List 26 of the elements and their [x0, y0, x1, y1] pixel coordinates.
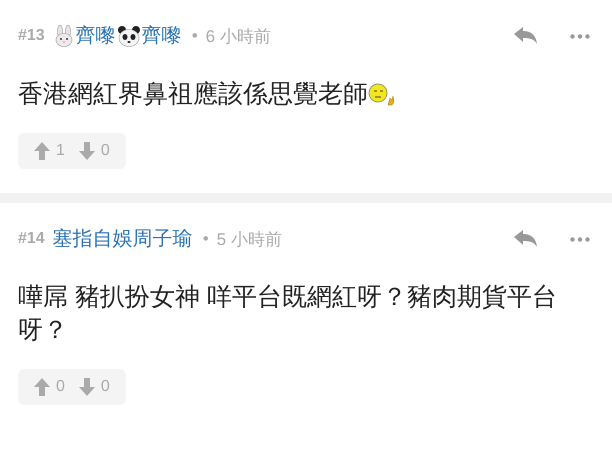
author-name[interactable]: 齊嚟 [142, 24, 182, 48]
down-arrow-icon [78, 142, 95, 160]
more-icon [570, 34, 590, 38]
separator-dot: • [202, 229, 209, 249]
down-arrow-icon [78, 378, 95, 396]
reply-icon [514, 230, 538, 248]
author-name[interactable]: 塞指自娛周子瑜 [52, 227, 193, 251]
separator-dot: • [192, 26, 198, 46]
downvote-button[interactable]: 0 [78, 378, 110, 396]
post-number: #14 [18, 230, 45, 248]
post-time: 6 小時前 [206, 26, 271, 48]
post-text: 嘩屌 豬扒扮女神 咩平台既網紅呀？豬肉期貨平台呀？ [18, 282, 558, 346]
upvote-button[interactable]: 0 [34, 378, 65, 396]
more-icon [570, 236, 590, 242]
reply-icon [514, 27, 538, 45]
emoticon-icon [368, 82, 396, 106]
upvote-button[interactable]: 1 [34, 142, 65, 160]
up-arrow-icon [34, 378, 50, 396]
author-name[interactable]: 齊嚟 [76, 24, 116, 48]
rabbit-icon [52, 25, 75, 47]
downvote-button[interactable]: 0 [78, 142, 110, 160]
post-number: #13 [18, 27, 45, 45]
post-text: 香港網紅界鼻祖應該係思覺老師 [18, 79, 368, 110]
panda-icon [116, 25, 141, 47]
up-arrow-icon [34, 142, 50, 160]
post-time: 5 小時前 [216, 228, 282, 250]
